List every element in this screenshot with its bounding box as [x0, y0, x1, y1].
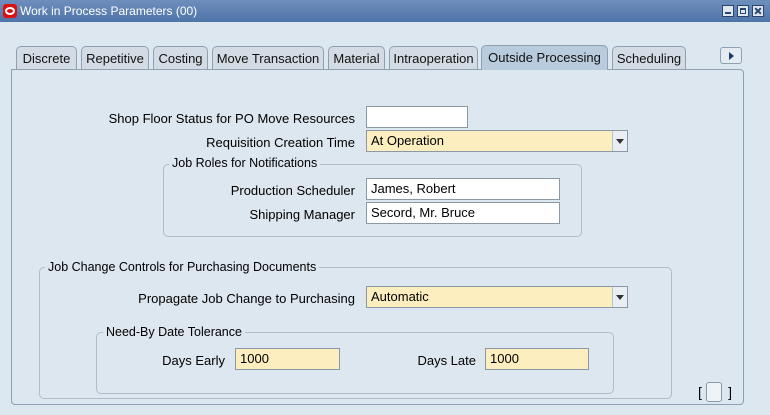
shop-floor-status-label: Shop Floor Status for PO Move Resources: [108, 111, 355, 126]
days-early-input[interactable]: 1000: [235, 348, 340, 370]
days-late-label: Days Late: [417, 353, 476, 368]
days-late-input[interactable]: 1000: [485, 348, 589, 370]
chevron-down-icon[interactable]: [612, 287, 627, 307]
job-change-controls-title: Job Change Controls for Purchasing Docum…: [45, 260, 320, 274]
days-early-label: Days Early: [162, 353, 225, 368]
production-scheduler-label: Production Scheduler: [230, 183, 355, 198]
requisition-creation-time-value: At Operation: [371, 133, 444, 148]
job-roles-group: [163, 164, 582, 237]
bracket-right: ]: [728, 384, 732, 400]
chevron-down-icon[interactable]: [612, 131, 627, 151]
propagate-job-change-label: Propagate Job Change to Purchasing: [138, 291, 355, 306]
shipping-manager-label: Shipping Manager: [249, 207, 355, 222]
requisition-creation-time-select[interactable]: At Operation: [366, 130, 628, 152]
bracket-left: [: [698, 384, 702, 400]
requisition-creation-time-label: Requisition Creation Time: [206, 135, 355, 150]
propagate-job-change-select[interactable]: Automatic: [366, 286, 628, 308]
bracket-field: [ ]: [698, 382, 732, 404]
propagate-job-change-value: Automatic: [371, 289, 429, 304]
form-area: Shop Floor Status for PO Move Resources …: [0, 0, 770, 415]
shop-floor-status-input[interactable]: [366, 106, 468, 128]
shipping-manager-input[interactable]: Secord, Mr. Bruce: [366, 202, 560, 224]
need-by-date-tolerance-title: Need-By Date Tolerance: [103, 325, 245, 339]
job-roles-title: Job Roles for Notifications: [169, 156, 321, 170]
descriptive-flexfield-button[interactable]: [706, 382, 722, 402]
production-scheduler-input[interactable]: James, Robert: [366, 178, 560, 200]
